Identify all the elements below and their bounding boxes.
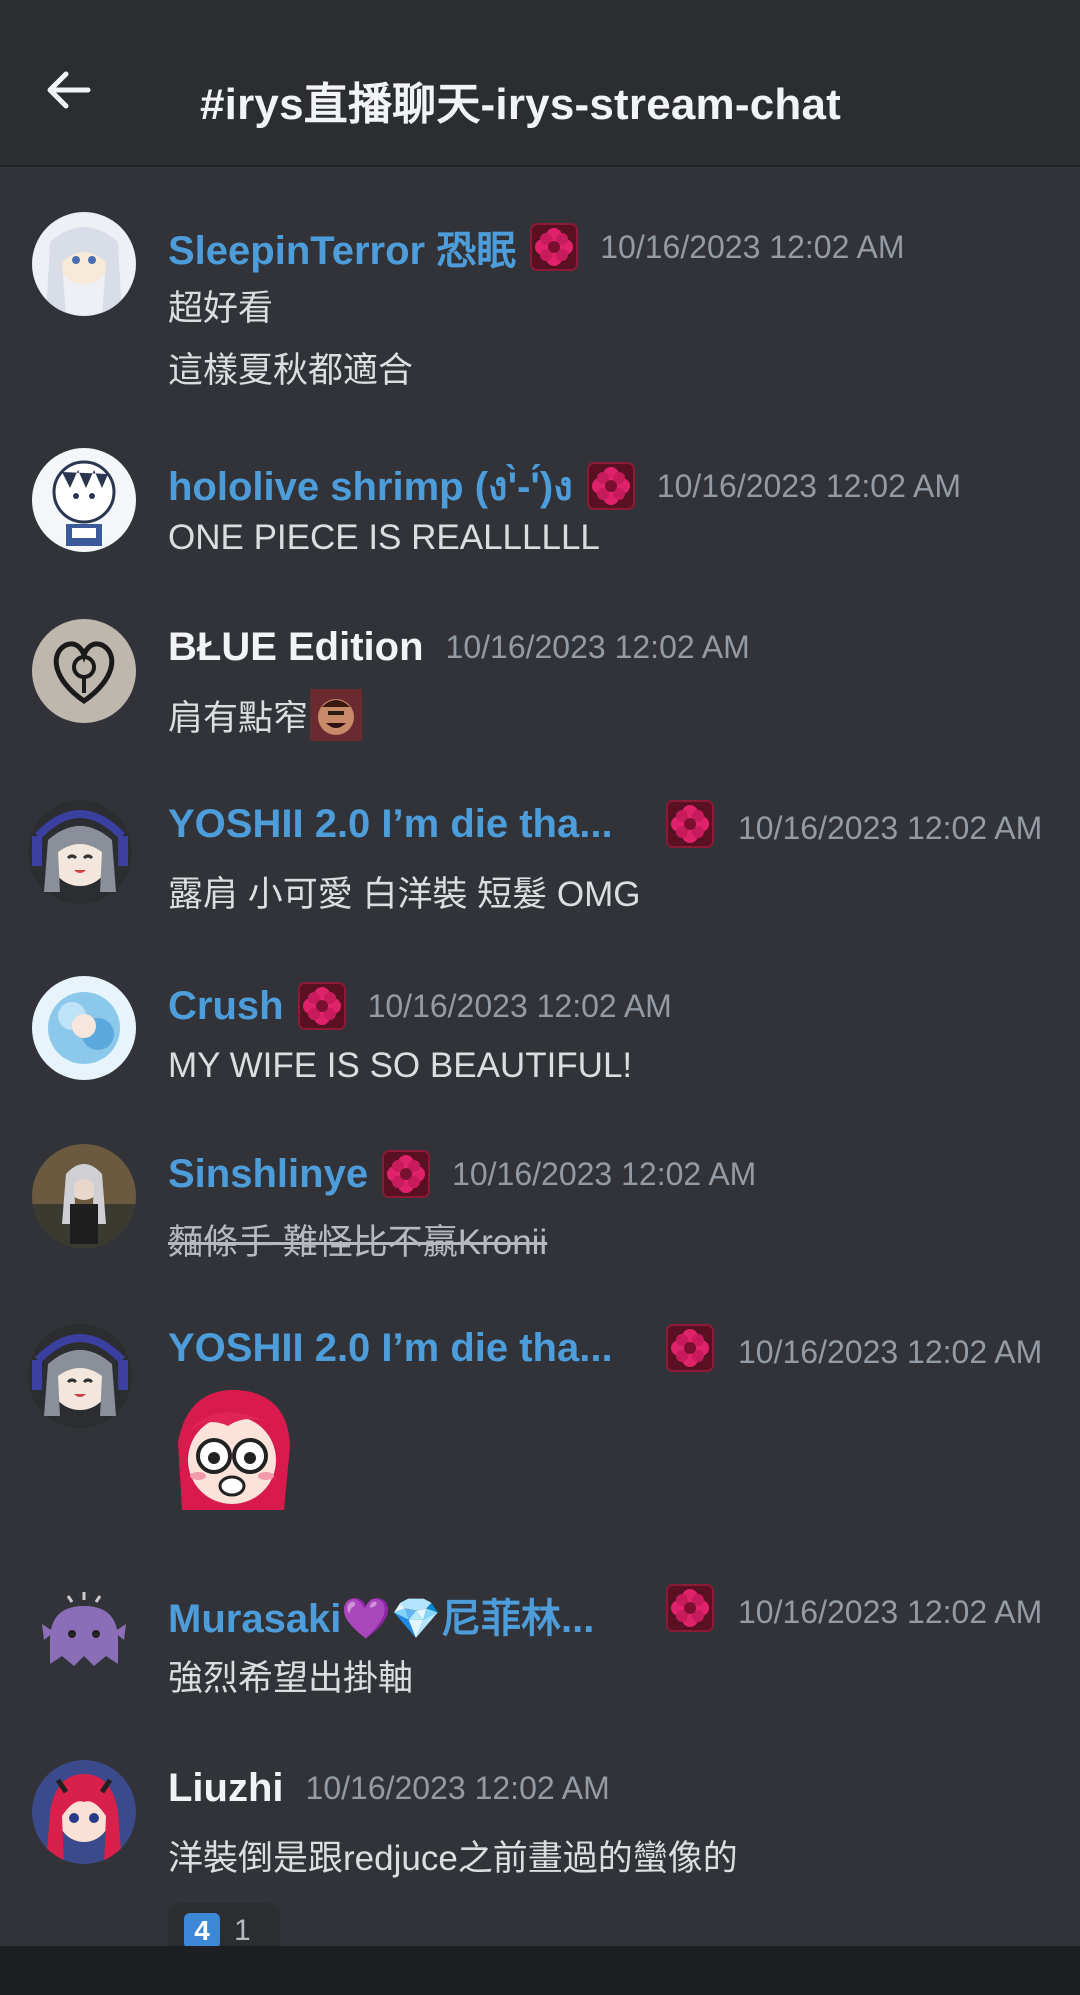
back-button[interactable] bbox=[44, 66, 92, 114]
shocked-girl-emoji[interactable] bbox=[168, 1382, 296, 1510]
timestamp: 10/16/2023 12:02 AM bbox=[305, 1770, 610, 1806]
timestamp: 10/16/2023 12:02 AM bbox=[452, 1155, 757, 1192]
avatar[interactable] bbox=[24, 796, 136, 908]
message-text: 肩有點窄 bbox=[168, 689, 363, 741]
channel-title: #irys直播聊天-irys-stream-chat bbox=[200, 80, 841, 129]
avatar[interactable] bbox=[32, 1760, 136, 1864]
role-flower-icon[interactable] bbox=[666, 1584, 714, 1632]
laughing-face-emoji bbox=[310, 689, 363, 741]
role-flower-icon[interactable] bbox=[382, 1150, 431, 1198]
username[interactable]: Murasaki💜💎尼菲林... bbox=[168, 1586, 594, 1644]
username[interactable]: YOSHII 2.0 I’m die tha... bbox=[168, 1326, 613, 1371]
avatar[interactable] bbox=[32, 212, 136, 316]
message-text: ONE PIECE IS REALLLLLL bbox=[168, 518, 600, 557]
message-text: 洋裝倒是跟redjuce之前畫過的蠻像的 bbox=[168, 1839, 738, 1878]
message-list[interactable]: SleepinTerror 恐眠 10/16/2023 12:02 AM 超好看… bbox=[0, 166, 1080, 1946]
arrow-left-icon bbox=[47, 71, 91, 109]
username[interactable]: Sinshlinye bbox=[168, 1152, 368, 1197]
role-flower-icon[interactable] bbox=[666, 1324, 714, 1372]
avatar[interactable] bbox=[32, 1580, 136, 1684]
message-text: 麵條手 難怪比不贏Kronii bbox=[168, 1223, 548, 1262]
message-text: 強烈希望出掛軸 bbox=[168, 1659, 414, 1698]
role-flower-icon[interactable] bbox=[666, 800, 714, 848]
avatar[interactable] bbox=[32, 976, 136, 1080]
role-flower-icon[interactable] bbox=[530, 223, 579, 271]
bottom-bar bbox=[0, 1946, 1080, 1995]
avatar[interactable] bbox=[32, 448, 136, 552]
timestamp: 10/16/2023 12:02 AM bbox=[738, 1334, 1043, 1370]
timestamp: 10/16/2023 12:02 AM bbox=[445, 629, 750, 665]
message-text-content: 肩有點窄 bbox=[168, 698, 309, 738]
message-text: 超好看 bbox=[168, 289, 274, 328]
username[interactable]: Crush bbox=[168, 984, 284, 1029]
role-flower-icon[interactable] bbox=[586, 462, 635, 510]
timestamp: 10/16/2023 12:02 AM bbox=[600, 228, 905, 265]
timestamp: 10/16/2023 12:02 AM bbox=[738, 1594, 1043, 1630]
avatar[interactable] bbox=[32, 619, 136, 723]
username[interactable]: YOSHII 2.0 I’m die tha... bbox=[168, 802, 613, 847]
message-text: 這樣夏秋都適合 bbox=[168, 351, 414, 390]
username[interactable]: BŁUE Edition bbox=[168, 625, 424, 670]
keycap-4-emoji: 4 bbox=[184, 1913, 220, 1949]
timestamp: 10/16/2023 12:02 AM bbox=[656, 467, 962, 504]
message-text: MY WIFE IS SO BEAUTIFUL! bbox=[168, 1046, 633, 1085]
role-flower-icon[interactable] bbox=[297, 982, 346, 1030]
username[interactable]: Liuzhi bbox=[168, 1766, 284, 1811]
channel-header: #irys直播聊天-irys-stream-chat bbox=[0, 0, 1080, 167]
timestamp: 10/16/2023 12:02 AM bbox=[367, 987, 672, 1024]
reaction-count: 1 bbox=[234, 1914, 251, 1947]
avatar[interactable] bbox=[32, 1144, 136, 1248]
username[interactable]: hololive shrimp (ง'̀-'́)ง bbox=[168, 454, 573, 518]
avatar[interactable] bbox=[24, 1320, 136, 1432]
username[interactable]: SleepinTerror 恐眠 bbox=[168, 218, 516, 276]
timestamp: 10/16/2023 12:02 AM bbox=[738, 810, 1043, 846]
message-text: 露肩 小可愛 白洋裝 短髮 OMG bbox=[168, 875, 641, 914]
